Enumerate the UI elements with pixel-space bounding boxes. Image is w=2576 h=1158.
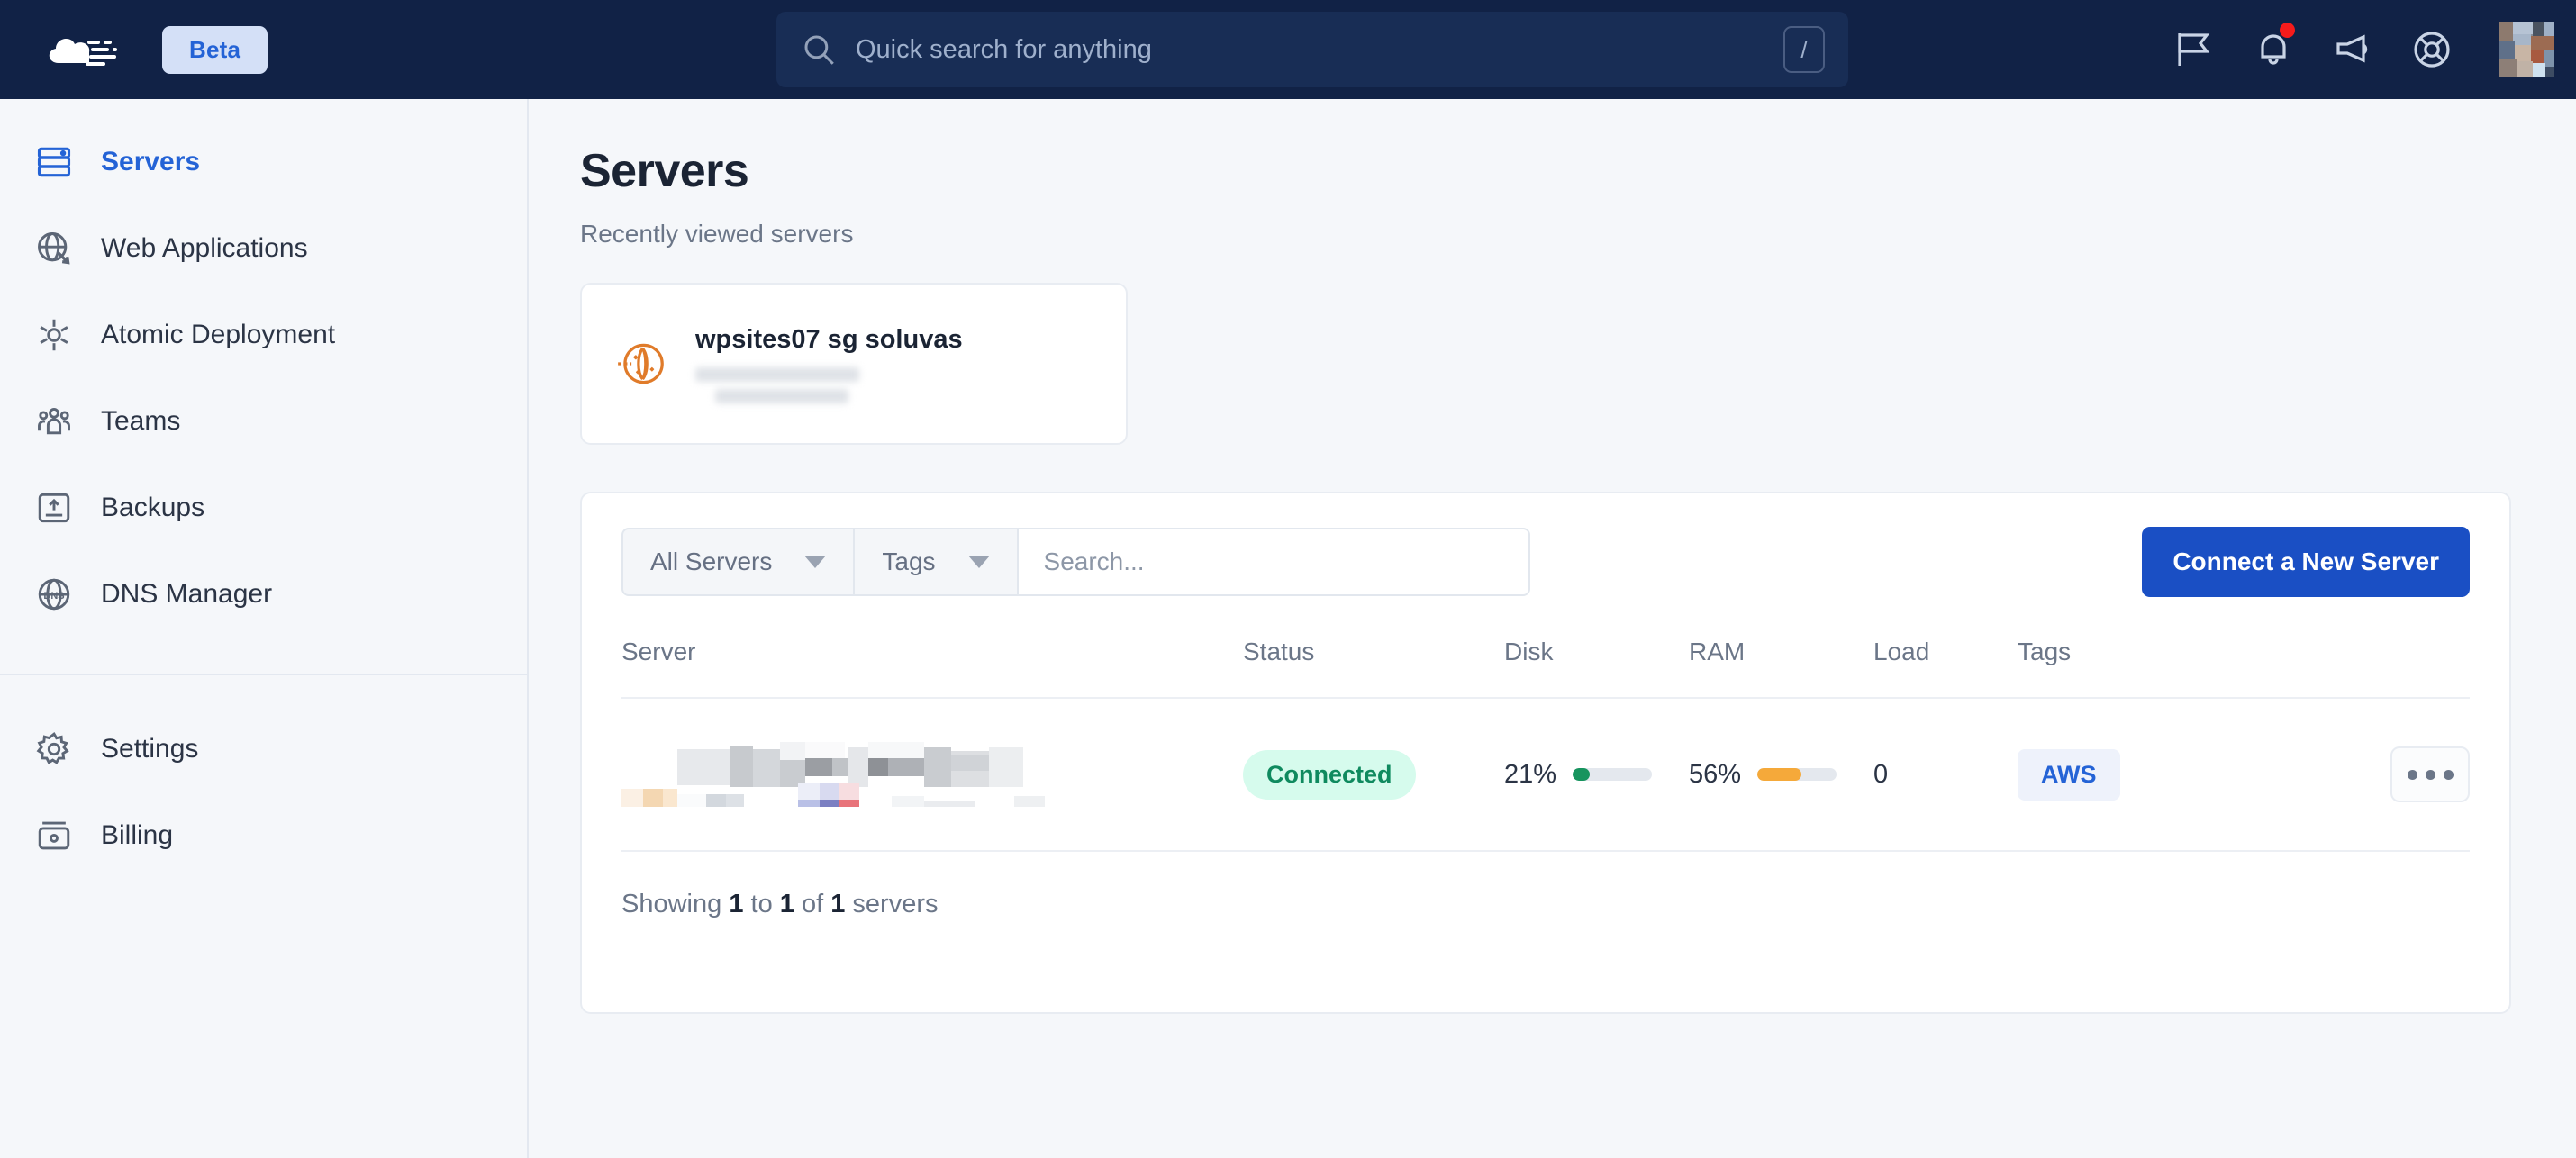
all-servers-filter-label: All Servers xyxy=(650,547,773,575)
sidebar-item-label: Web Applications xyxy=(101,233,308,263)
recently-viewed-server-card[interactable]: wpsites07 sg soluvas xyxy=(580,283,1128,445)
flag-icon[interactable] xyxy=(2172,28,2216,71)
connect-new-server-button[interactable]: Connect a New Server xyxy=(2142,527,2470,597)
topbar-icon-group xyxy=(2172,0,2576,99)
chevron-down-icon xyxy=(804,556,827,568)
all-servers-filter-dropdown[interactable]: All Servers xyxy=(621,528,854,596)
sidebar-item-settings[interactable]: Settings xyxy=(0,706,527,792)
dns-globe-icon: DNS xyxy=(34,574,74,614)
tag-chip-aws[interactable]: AWS xyxy=(2018,748,2120,801)
row-actions-menu-button[interactable] xyxy=(2390,746,2470,802)
sidebar: Servers Web Applications Atomic Deployme… xyxy=(0,99,529,1158)
table-row[interactable]: Connected 21% 56% 0 AWS xyxy=(621,698,2470,852)
load-value: 0 xyxy=(1873,759,1889,789)
sidebar-item-label: Backups xyxy=(101,493,205,522)
sidebar-item-web-applications[interactable]: Web Applications xyxy=(0,205,527,292)
servers-toolbar: All Servers Tags Connect a New Server xyxy=(621,527,2470,597)
sidebar-item-billing[interactable]: Billing xyxy=(0,792,527,879)
gear-icon xyxy=(34,729,74,769)
beta-badge: Beta xyxy=(162,25,268,74)
avatar[interactable] xyxy=(2499,22,2554,77)
sidebar-item-label: Atomic Deployment xyxy=(101,320,336,349)
sidebar-item-label: Billing xyxy=(101,820,174,850)
sidebar-item-atomic-deployment[interactable]: Atomic Deployment xyxy=(0,292,527,378)
column-header-status: Status xyxy=(1243,638,1504,699)
server-actions-cell xyxy=(2324,698,2470,852)
recent-server-name: wpsites07 sg soluvas xyxy=(695,324,963,354)
redacted-server-name xyxy=(621,742,1045,807)
chevron-down-icon xyxy=(967,556,990,568)
showing-to: 1 xyxy=(779,890,794,918)
sidebar-item-dns-manager[interactable]: DNS DNS Manager xyxy=(0,551,527,638)
column-header-tags: Tags xyxy=(2018,638,2324,699)
showing-of-word: of xyxy=(801,890,824,918)
dot-icon xyxy=(2425,769,2435,780)
showing-to-word: to xyxy=(750,890,773,918)
cloud-logo-icon xyxy=(49,38,117,66)
server-status-cell: Connected xyxy=(1243,698,1504,852)
dot-icon xyxy=(2407,769,2417,780)
column-header-disk: Disk xyxy=(1504,638,1689,699)
lifebuoy-support-icon[interactable] xyxy=(2410,28,2454,71)
sidebar-item-label: Teams xyxy=(101,406,181,436)
column-header-server: Server xyxy=(621,638,1243,699)
sidebar-primary-group: Servers Web Applications Atomic Deployme… xyxy=(0,99,527,638)
svg-text:DNS: DNS xyxy=(43,591,64,602)
tags-filter-dropdown[interactable]: Tags xyxy=(853,528,1017,596)
global-search-bar[interactable]: / xyxy=(776,12,1848,87)
column-header-actions xyxy=(2324,638,2470,699)
showing-from: 1 xyxy=(729,890,744,918)
server-name-cell-redacted[interactable] xyxy=(621,698,1243,852)
sidebar-item-backups[interactable]: Backups xyxy=(0,465,527,551)
servers-search-input[interactable] xyxy=(1016,528,1530,596)
megaphone-icon[interactable] xyxy=(2331,28,2374,71)
sidebar-item-teams[interactable]: Teams xyxy=(0,378,527,465)
search-input[interactable] xyxy=(838,34,1783,65)
server-tags-cell: AWS xyxy=(2018,698,2324,852)
showing-total: 1 xyxy=(830,890,846,918)
app-logo[interactable] xyxy=(0,27,162,72)
column-header-ram: RAM xyxy=(1689,638,1873,699)
tags-filter-label: Tags xyxy=(882,547,936,575)
bell-icon[interactable] xyxy=(2252,23,2295,71)
ram-usage-bar xyxy=(1757,768,1837,781)
atom-icon xyxy=(34,315,74,355)
search-shortcut-key: / xyxy=(1783,26,1825,73)
disk-usage-bar xyxy=(1573,768,1653,781)
main-content: Servers Recently viewed servers wpsites0… xyxy=(531,99,2576,1158)
servers-table: Server Status Disk RAM Load Tags Connect… xyxy=(621,638,2470,852)
page-title: Servers xyxy=(580,145,749,197)
showing-suffix: servers xyxy=(852,890,939,918)
status-badge: Connected xyxy=(1243,749,1416,800)
sidebar-item-label: Settings xyxy=(101,734,199,764)
ram-usage-value: 56% xyxy=(1689,759,1742,789)
recent-server-detail-redacted xyxy=(695,366,963,403)
notification-badge-dot xyxy=(2280,23,2295,38)
page-subtitle: Recently viewed servers xyxy=(580,220,854,248)
column-header-load: Load xyxy=(1873,638,2018,699)
pagination-summary: Showing 1 to 1 of 1 servers xyxy=(621,852,2470,919)
cloud-provider-orange-icon xyxy=(614,336,670,392)
teams-icon xyxy=(34,402,74,441)
server-icon xyxy=(34,142,74,182)
showing-prefix: Showing xyxy=(621,890,722,918)
backup-upload-icon xyxy=(34,488,74,528)
sidebar-secondary-group: Settings Billing xyxy=(0,674,527,879)
top-navigation-bar: Beta / xyxy=(0,0,2576,99)
sidebar-item-label: DNS Manager xyxy=(101,579,273,609)
sidebar-item-servers[interactable]: Servers xyxy=(0,119,527,205)
dot-icon xyxy=(2443,769,2454,780)
filter-segmented-control: All Servers Tags xyxy=(621,528,1530,596)
globe-cursor-icon xyxy=(34,229,74,268)
servers-panel: All Servers Tags Connect a New Server Se… xyxy=(580,492,2511,1014)
servers-table-header: Server Status Disk RAM Load Tags xyxy=(621,638,2470,699)
server-ram-cell: 56% xyxy=(1689,698,1873,852)
sidebar-item-label: Servers xyxy=(101,147,201,176)
server-disk-cell: 21% xyxy=(1504,698,1689,852)
disk-usage-value: 21% xyxy=(1504,759,1557,789)
server-load-cell: 0 xyxy=(1873,698,2018,852)
wallet-icon xyxy=(34,816,74,855)
search-icon xyxy=(804,35,834,65)
